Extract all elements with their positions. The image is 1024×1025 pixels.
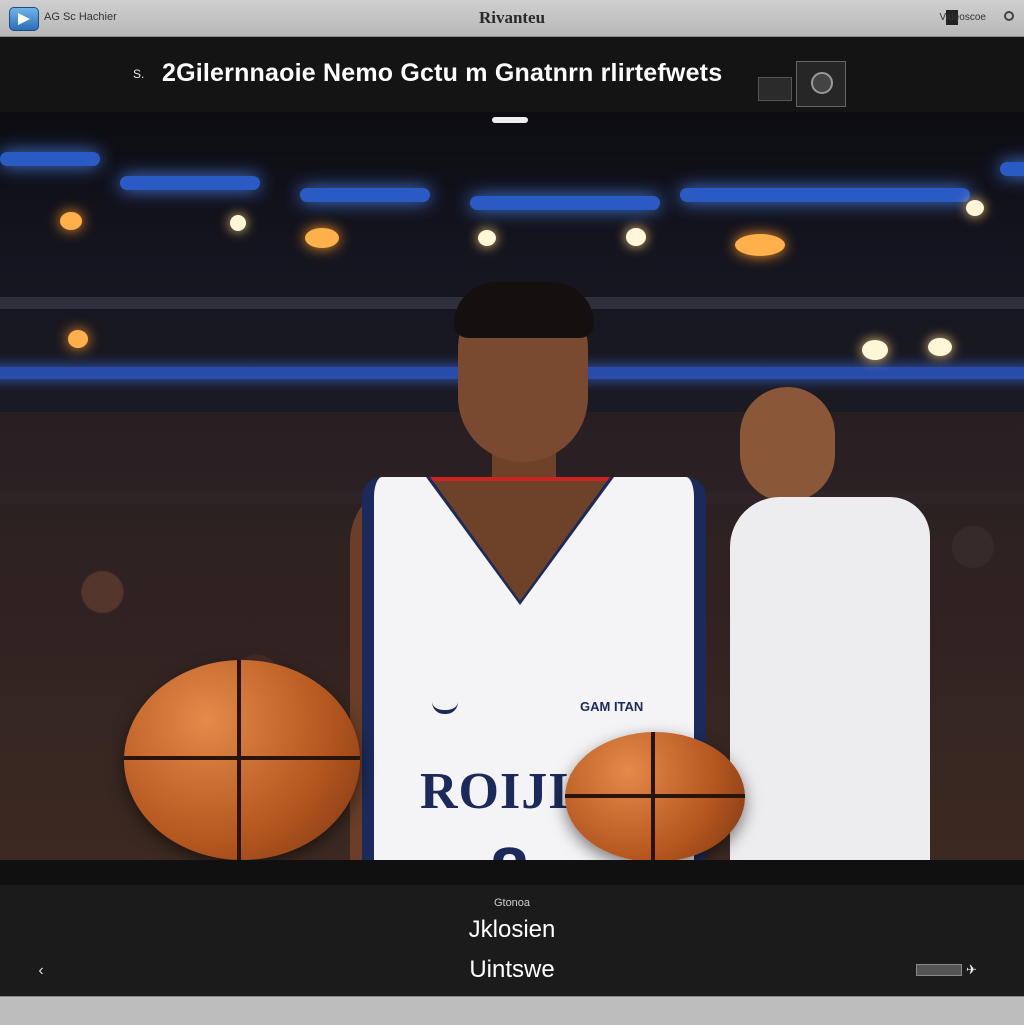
arena-light [478,230,496,246]
arena-led [680,188,970,202]
progress-bar [916,964,962,976]
photo-viewer[interactable]: GAM ITAN ROIJIRS 8 [0,112,1024,860]
arena-light [60,212,82,230]
caption-line-2: Uintswe [469,956,555,983]
basketball-left-icon [124,660,360,860]
headline: 2Gilernnaoie Nemo Gctu m Gnatnrn rlirtef… [162,59,723,87]
arena-light [862,340,888,360]
arena-light [966,200,984,216]
send-icon[interactable]: ✈ [966,962,977,978]
share-control[interactable]: ✈ [916,962,990,978]
arena-light [68,330,88,348]
headline-prefix: S. [133,67,145,81]
arena-light [626,228,646,246]
power-icon[interactable] [1004,11,1014,21]
arena-light [928,338,952,356]
window-title: Rivanteu [478,8,546,27]
slider-handle[interactable] [492,117,528,123]
camera-small-icon [758,77,792,101]
arena-light [735,234,785,256]
jersey-number: 8 [490,832,529,860]
caption-small: Gtonoa [493,897,531,909]
arena-led [470,196,660,210]
footer-bar [0,996,1024,1025]
player-hair [454,282,594,338]
arena-light [230,215,246,231]
arena-led [300,188,430,202]
arena-light [305,228,339,248]
jersey-patch: GAM ITAN [580,699,644,714]
basketball-right-icon [565,732,745,860]
title-bar: AG Sc Hachier Rivanteu Videoscoe [0,0,1024,37]
caption-line-1: Jklosien [468,916,556,943]
arena-led [0,152,100,166]
top-right-label: Videoscoe [939,12,986,23]
headline-bar: S. 2Gilernnaoie Nemo Gctu m Gnatnrn rlir… [0,37,1024,112]
previous-button[interactable]: ‹ [30,960,52,982]
caption-panel: Gtonoa Jklosien Uintswe ‹ ✈ [0,860,1024,996]
arena-led [1000,162,1024,176]
camera-icon [796,61,846,107]
arena-led [120,176,260,190]
camera-button[interactable] [758,61,846,107]
